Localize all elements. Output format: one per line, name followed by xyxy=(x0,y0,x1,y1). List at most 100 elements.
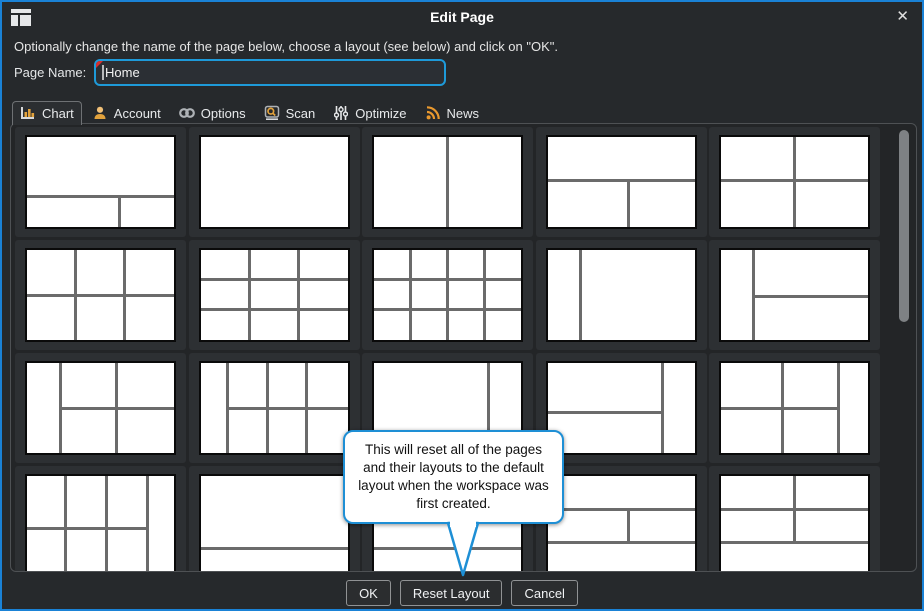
pane-divider xyxy=(579,250,582,340)
rss-icon xyxy=(424,105,442,121)
layout-thumbnail-6[interactable] xyxy=(15,240,186,350)
tab-optimize[interactable]: Optimize xyxy=(325,101,414,124)
pane-divider xyxy=(146,476,149,572)
tooltip-text: This will reset all of the pages and the… xyxy=(343,430,564,524)
scrollbar-thumb[interactable] xyxy=(899,130,909,322)
tab-scan[interactable]: Scan xyxy=(256,101,324,124)
pane-divider xyxy=(548,508,695,511)
instruction-text: Optionally change the name of the page b… xyxy=(14,39,558,54)
edit-page-dialog: Edit Page ✕ Optionally change the name o… xyxy=(0,0,924,611)
pane-divider xyxy=(201,308,348,311)
layout-preview xyxy=(372,135,523,229)
layout-thumbnail-1[interactable] xyxy=(15,127,186,237)
pane-divider xyxy=(627,509,630,542)
tab-label: News xyxy=(447,106,480,121)
layout-thumbnail-10[interactable] xyxy=(709,240,880,350)
layout-preview xyxy=(199,135,350,229)
dialog-title: Edit Page xyxy=(2,9,922,25)
account-icon xyxy=(91,105,109,121)
layout-preview xyxy=(719,361,870,455)
chart-icon xyxy=(19,105,37,121)
layout-preview xyxy=(199,361,350,455)
cancel-button[interactable]: Cancel xyxy=(511,580,577,606)
page-name-input[interactable]: Home xyxy=(94,59,446,86)
layout-thumbnail-3[interactable] xyxy=(362,127,533,237)
pane-divider xyxy=(753,295,868,298)
layout-thumbnail-17[interactable] xyxy=(189,466,360,572)
footer-button-row: OK Reset Layout Cancel xyxy=(2,580,922,606)
layout-preview xyxy=(546,361,697,455)
layout-preview xyxy=(25,248,176,342)
layout-thumbnail-12[interactable] xyxy=(189,353,360,463)
layout-preview xyxy=(372,248,523,342)
layout-thumbnail-7[interactable] xyxy=(189,240,360,350)
layout-preview xyxy=(25,135,176,229)
page-name-value: Home xyxy=(105,65,140,80)
layout-thumbnail-5[interactable] xyxy=(709,127,880,237)
layout-thumbnail-8[interactable] xyxy=(362,240,533,350)
layout-thumbnail-9[interactable] xyxy=(536,240,707,350)
close-icon[interactable]: ✕ xyxy=(896,8,909,26)
layout-preview xyxy=(719,248,870,342)
layout-preview xyxy=(719,474,870,572)
reset-layout-button[interactable]: Reset Layout xyxy=(400,580,503,606)
tab-label: Account xyxy=(114,106,161,121)
pane-divider xyxy=(105,476,108,572)
layout-preview xyxy=(25,361,176,455)
pane-divider xyxy=(297,250,300,340)
pane-divider xyxy=(248,250,251,340)
page-name-label: Page Name: xyxy=(14,60,86,86)
layout-preview xyxy=(25,474,176,572)
layout-thumbnail-2[interactable] xyxy=(189,127,360,237)
scan-icon xyxy=(263,105,281,121)
tab-news[interactable]: News xyxy=(417,101,488,124)
pane-divider xyxy=(548,541,695,544)
pane-divider xyxy=(374,278,521,281)
layout-thumbnail-4[interactable] xyxy=(536,127,707,237)
layout-preview xyxy=(546,135,697,229)
layout-preview xyxy=(546,474,697,572)
pane-divider xyxy=(227,407,348,410)
reset-layout-tooltip: This will reset all of the pages and the… xyxy=(343,430,564,524)
layout-preview xyxy=(199,248,350,342)
modified-marker-icon xyxy=(96,61,103,68)
sliders-icon xyxy=(332,105,350,121)
title-bar: Edit Page ✕ xyxy=(2,2,922,34)
tab-account[interactable]: Account xyxy=(84,101,169,124)
tab-label: Options xyxy=(201,106,246,121)
pane-divider xyxy=(483,250,486,340)
pane-divider xyxy=(446,250,449,340)
pane-divider xyxy=(27,195,174,198)
pane-divider xyxy=(61,407,174,410)
pane-divider xyxy=(721,179,868,182)
tab-label: Optimize xyxy=(355,106,406,121)
pane-divider xyxy=(661,363,664,453)
pane-divider xyxy=(27,527,148,530)
tooltip-tail xyxy=(445,520,481,578)
tab-bar: Chart Account Options Scan Optimize News xyxy=(12,100,487,124)
pane-divider xyxy=(27,294,174,297)
pane-divider xyxy=(627,180,630,227)
layout-thumbnail-16[interactable] xyxy=(15,466,186,572)
pane-divider xyxy=(201,278,348,281)
pane-divider xyxy=(548,179,695,182)
pane-divider xyxy=(548,411,663,414)
pane-divider xyxy=(793,137,796,227)
layout-preview xyxy=(719,135,870,229)
tab-label: Chart xyxy=(42,106,74,121)
ok-button[interactable]: OK xyxy=(346,580,391,606)
pane-divider xyxy=(201,547,348,550)
tab-chart[interactable]: Chart xyxy=(12,101,82,125)
pane-divider xyxy=(446,137,449,227)
pane-divider xyxy=(793,476,796,542)
pane-divider xyxy=(374,308,521,311)
pane-divider xyxy=(409,250,412,340)
pane-divider xyxy=(118,196,121,227)
scrollbar-track[interactable] xyxy=(898,126,911,569)
layout-thumbnail-11[interactable] xyxy=(15,353,186,463)
layout-thumbnail-20[interactable] xyxy=(709,466,880,572)
pane-divider xyxy=(64,476,67,572)
tab-options[interactable]: Options xyxy=(171,101,254,124)
link-icon xyxy=(178,105,196,121)
layout-thumbnail-15[interactable] xyxy=(709,353,880,463)
